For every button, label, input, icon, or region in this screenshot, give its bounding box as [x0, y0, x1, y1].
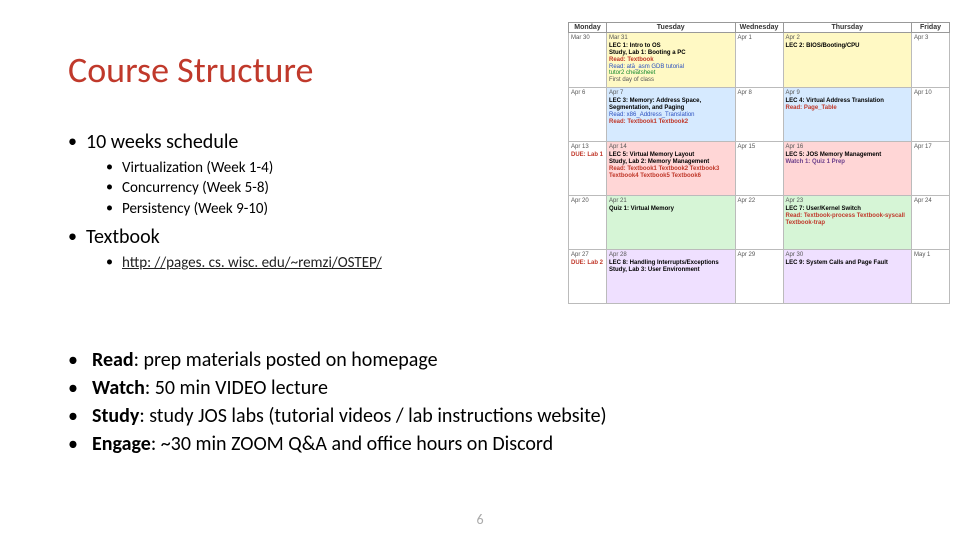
cell-w2-mon: Apr 6	[569, 88, 607, 142]
bullet-engage: Engage: ~30 min ZOOM Q&A and office hour…	[68, 430, 828, 458]
hdr-fri: Friday	[912, 23, 950, 33]
sub-concurrency: Concurrency (Week 5-8)	[86, 178, 558, 198]
calendar-thumbnail: Monday Tuesday Wednesday Thursday Friday…	[568, 22, 950, 304]
cell-w1-fri: Apr 3	[912, 33, 950, 88]
hdr-thu: Thursday	[783, 23, 912, 33]
cell-w2-fri: Apr 10	[912, 88, 950, 142]
calendar-row-2: Apr 6 Apr 7 LEC 3: Memory: Address Space…	[569, 88, 950, 142]
cell-w4-mon: Apr 20	[569, 196, 607, 250]
cell-w3-wed: Apr 15	[735, 142, 783, 196]
cell-w5-wed: Apr 29	[735, 250, 783, 304]
bullet-textbook-label: Textbook	[86, 225, 160, 249]
page-number: 6	[0, 511, 960, 528]
bullet-schedule: 10 weeks schedule Virtualization (Week 1…	[68, 130, 558, 219]
cell-w3-mon: Apr 13DUE: Lab 1	[569, 142, 607, 196]
cell-w5-tue: Apr 28 LEC 8: Handling Interrupts/Except…	[607, 250, 736, 304]
cell-w4-thu: Apr 23 LEC 7: User/Kernel Switch Read: T…	[783, 196, 912, 250]
watch-label: Watch	[92, 376, 145, 400]
read-text: : prep materials posted on homepage	[134, 348, 438, 372]
hdr-wed: Wednesday	[735, 23, 783, 33]
engage-label: Engage	[92, 432, 151, 456]
cell-w1-mon: Mar 30	[569, 33, 607, 88]
calendar-row-3: Apr 13DUE: Lab 1 Apr 14 LEC 5: Virtual M…	[569, 142, 950, 196]
cell-w1-thu: Apr 2 LEC 2: BIOS/Booting/CPU	[783, 33, 912, 88]
content-upper: 10 weeks schedule Virtualization (Week 1…	[68, 130, 558, 279]
cell-w5-thu: Apr 30 LEC 9: System Calls and Page Faul…	[783, 250, 912, 304]
sub-textbook-link: http: //pages. cs. wisc. edu/~remzi/OSTE…	[86, 253, 558, 273]
cell-w5-mon: Apr 27DUE: Lab 2	[569, 250, 607, 304]
cell-w3-fri: Apr 17	[912, 142, 950, 196]
hdr-mon: Monday	[569, 23, 607, 33]
bullet-watch: Watch: 50 min VIDEO lecture	[68, 374, 828, 402]
engage-text: : ~30 min ZOOM Q&A and office hours on D…	[151, 432, 553, 456]
slide-title: Course Structure	[68, 48, 313, 92]
bullet-study: Study: study JOS labs (tutorial videos /…	[68, 402, 828, 430]
calendar-header-row: Monday Tuesday Wednesday Thursday Friday	[569, 23, 950, 33]
calendar-row-4: Apr 20 Apr 21 Quiz 1: Virtual Memory Apr…	[569, 196, 950, 250]
watch-text: : 50 min VIDEO lecture	[145, 376, 328, 400]
cell-w3-tue: Apr 14 LEC 5: Virtual Memory Layout Stud…	[607, 142, 736, 196]
bullet-read: Read: prep materials posted on homepage	[68, 346, 828, 374]
sub-virtualization: Virtualization (Week 1-4)	[86, 158, 558, 178]
cell-w4-fri: Apr 24	[912, 196, 950, 250]
ostep-link[interactable]: http: //pages. cs. wisc. edu/~remzi/OSTE…	[122, 254, 382, 272]
cell-w3-thu: Apr 16 LEC 5: JOS Memory Management Watc…	[783, 142, 912, 196]
calendar-row-5: Apr 27DUE: Lab 2 Apr 28 LEC 8: Handling …	[569, 250, 950, 304]
calendar-row-1: Mar 30 Mar 31 LEC 1: Intro to OS Study, …	[569, 33, 950, 88]
bullet-schedule-label: 10 weeks schedule	[86, 130, 238, 154]
content-lower: Read: prep materials posted on homepage …	[68, 346, 828, 458]
read-label: Read	[92, 348, 134, 372]
study-text: : study JOS labs (tutorial videos / lab …	[139, 404, 606, 428]
study-label: Study	[92, 404, 139, 428]
cell-w2-thu: Apr 9 LEC 4: Virtual Address Translation…	[783, 88, 912, 142]
cell-w2-tue: Apr 7 LEC 3: Memory: Address Space, Segm…	[607, 88, 736, 142]
bullet-textbook: Textbook http: //pages. cs. wisc. edu/~r…	[68, 225, 558, 273]
sub-persistency: Persistency (Week 9-10)	[86, 199, 558, 219]
cell-w1-tue: Mar 31 LEC 1: Intro to OS Study, Lab 1: …	[607, 33, 736, 88]
cell-w2-wed: Apr 8	[735, 88, 783, 142]
cell-w5-fri: May 1	[912, 250, 950, 304]
cell-w4-tue: Apr 21 Quiz 1: Virtual Memory	[607, 196, 736, 250]
cell-w4-wed: Apr 22	[735, 196, 783, 250]
cell-w1-wed: Apr 1	[735, 33, 783, 88]
hdr-tue: Tuesday	[607, 23, 736, 33]
